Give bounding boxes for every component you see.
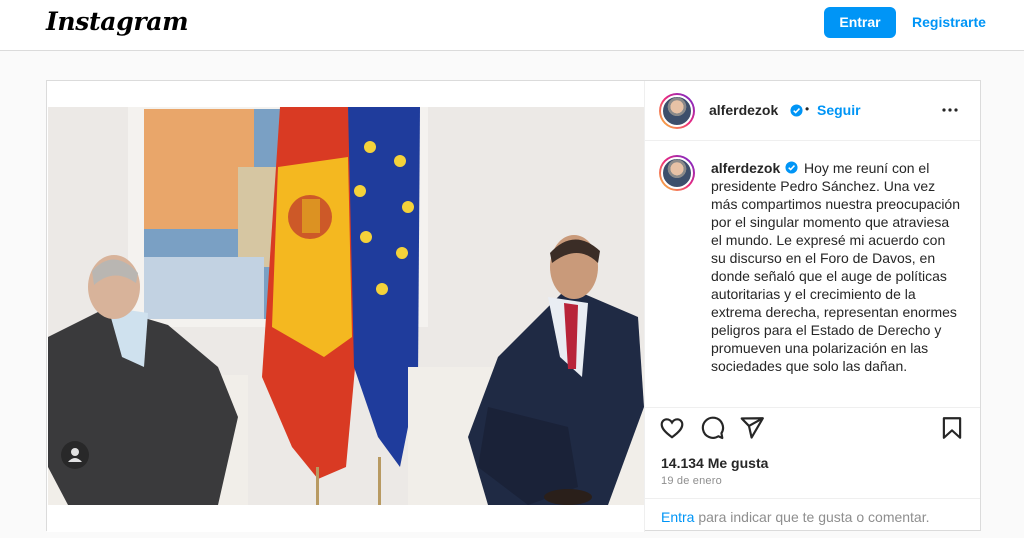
post-media-area: [47, 81, 645, 532]
follow-button[interactable]: Seguir: [817, 102, 861, 118]
verified-badge-icon: [790, 104, 803, 117]
comment-icon[interactable]: [699, 415, 725, 441]
header-separator: •: [805, 102, 810, 116]
comment-prompt-text: para indicar que te gusta o comentar.: [694, 509, 930, 525]
caption-text: alferdezok Hoy me reuní con el president…: [711, 159, 963, 375]
top-navigation-bar: Instagram Entrar Registrarte: [0, 0, 1024, 51]
avatar-image: [661, 157, 693, 189]
caption-body: Hoy me reuní con el presidente Pedro Sán…: [711, 160, 961, 374]
profile-avatar[interactable]: [659, 93, 695, 129]
bookmark-icon[interactable]: [939, 415, 965, 441]
post-date[interactable]: 19 de enero: [661, 475, 722, 487]
instagram-logo[interactable]: Instagram: [46, 7, 189, 36]
heart-icon[interactable]: [659, 415, 685, 441]
more-options-icon[interactable]: [941, 101, 959, 119]
post-actions-bar: [645, 407, 980, 447]
post-card: alferdezok • Seguir alferdezok Hoy me re…: [46, 80, 981, 532]
post-header: alferdezok • Seguir: [645, 81, 980, 141]
avatar-image: [661, 95, 693, 127]
caption-avatar[interactable]: [659, 155, 695, 191]
caption-section: alferdezok Hoy me reuní con el president…: [645, 141, 980, 407]
post-side-panel: alferdezok • Seguir alferdezok Hoy me re…: [645, 81, 980, 530]
comment-prompt: Entra para indicar que te gusta o coment…: [645, 498, 980, 532]
verified-badge-icon: [785, 161, 798, 174]
post-photo[interactable]: [48, 107, 644, 505]
user-tag-icon: [68, 448, 82, 462]
caption-username[interactable]: alferdezok: [711, 160, 780, 176]
share-icon[interactable]: [739, 415, 765, 441]
signup-link[interactable]: Registrarte: [906, 7, 992, 38]
post-author-username[interactable]: alferdezok: [709, 102, 778, 118]
like-count[interactable]: 14.134 Me gusta: [661, 455, 768, 471]
login-button[interactable]: Entrar: [824, 7, 896, 38]
login-link[interactable]: Entra: [661, 509, 694, 525]
tagged-users-button[interactable]: [61, 441, 89, 469]
